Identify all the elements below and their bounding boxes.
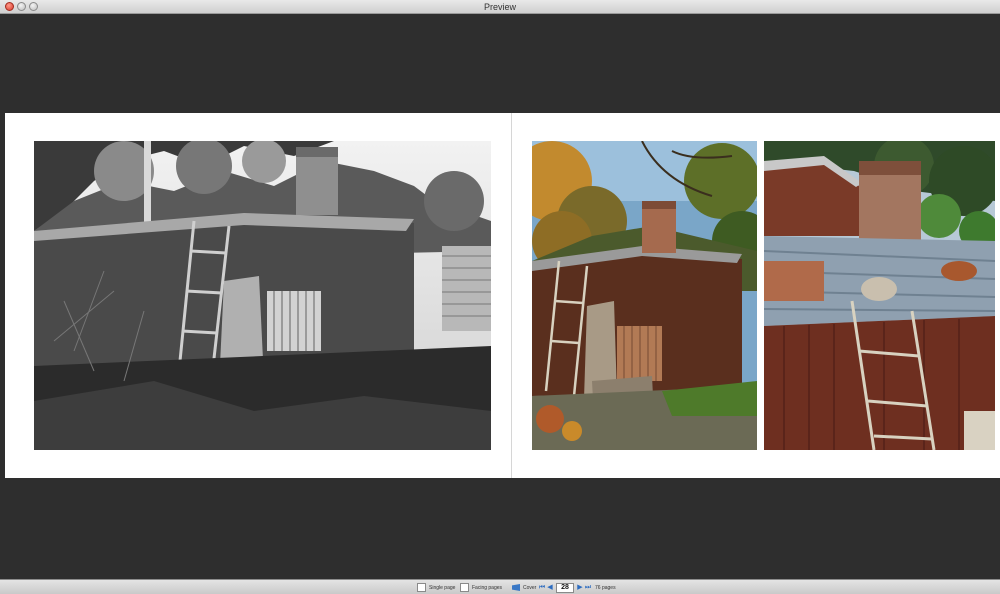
total-pages-label: 76 pages <box>595 584 616 591</box>
next-page-icon[interactable]: ▶ <box>576 583 584 592</box>
single-page-option[interactable]: Single page <box>417 582 455 593</box>
book-cover-icon <box>512 584 520 591</box>
cover-label: Cover <box>523 584 537 591</box>
facing-pages-option[interactable]: Facing pages <box>460 582 502 593</box>
page-navigator: ⏮ ◀ 28 ▶ ⏭ 76 pages <box>538 582 616 593</box>
last-page-icon[interactable]: ⏭ <box>584 583 592 592</box>
cover-option[interactable]: Cover <box>512 582 536 593</box>
title-bar: Preview <box>0 0 1000 14</box>
first-page-icon[interactable]: ⏮ <box>538 583 546 592</box>
previous-page-icon[interactable]: ◀ <box>546 583 554 592</box>
bottom-toolbar: Single page Facing pages Cover ⏮ ◀ 28 ▶ … <box>0 579 1000 594</box>
window-title: Preview <box>483 2 516 12</box>
color-shed-photo-closeup <box>764 141 995 450</box>
facing-pages-label: Facing pages <box>472 584 503 591</box>
single-page-label: Single page <box>429 584 456 591</box>
facing-pages-checkbox[interactable] <box>460 583 469 592</box>
book-spread-preview <box>5 113 1000 478</box>
page-gutter <box>511 113 512 478</box>
color-shed-photo-wide <box>532 141 757 450</box>
single-page-checkbox[interactable] <box>417 583 426 592</box>
current-page-field[interactable]: 28 <box>556 582 574 593</box>
bw-shed-photo <box>34 141 491 450</box>
